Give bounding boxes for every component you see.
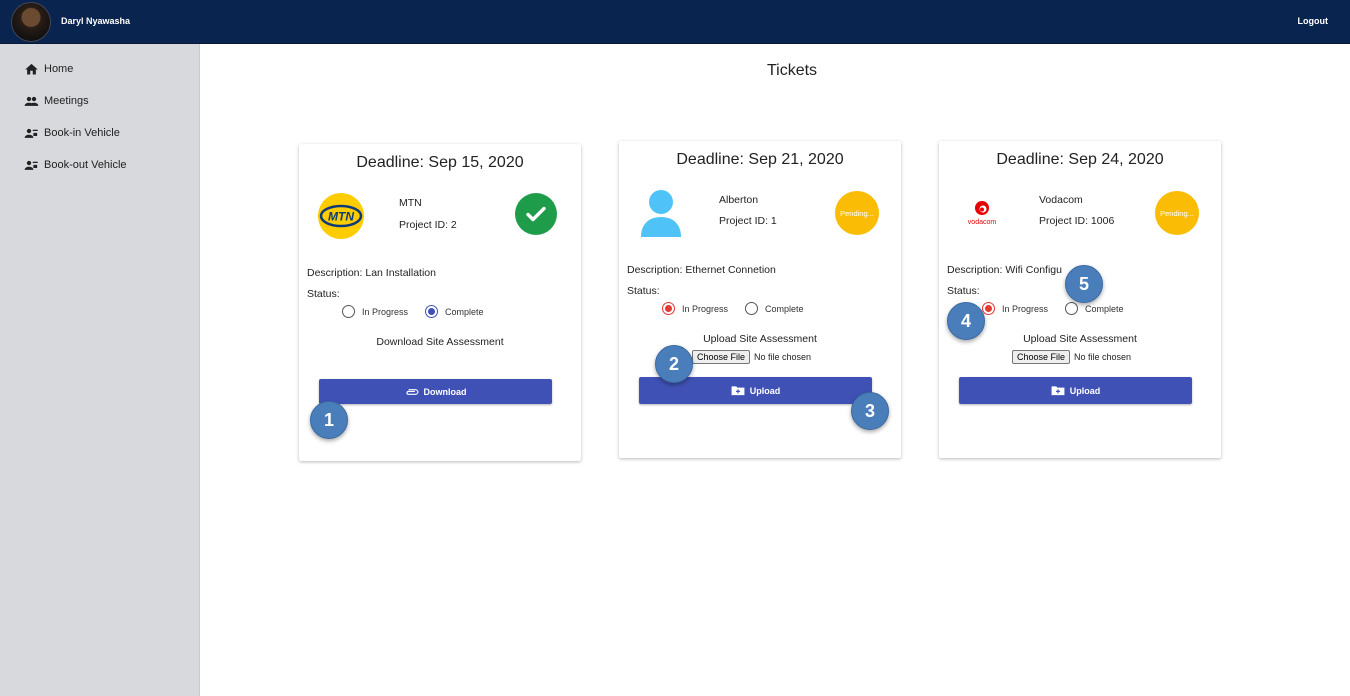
upload-button[interactable]: Upload xyxy=(959,377,1192,404)
sidebar-item-home[interactable]: Home xyxy=(24,59,73,79)
ticket-project-id: Project ID: 1 xyxy=(719,215,777,227)
section-title: Upload Site Assessment xyxy=(703,333,817,345)
svg-text:MTN: MTN xyxy=(328,210,354,224)
sidebar: Home Meetings Book-in Vehicle Book-out V… xyxy=(0,44,200,696)
choose-file-button[interactable]: Choose File xyxy=(692,350,751,364)
choose-file-button[interactable]: Choose File xyxy=(1012,350,1071,364)
radio-label: Complete xyxy=(445,306,484,317)
annotation-marker-2: 2 xyxy=(655,345,693,383)
download-button[interactable]: Download xyxy=(319,379,552,404)
vodacom-logo: vodacom xyxy=(968,201,997,226)
radio-label: Complete xyxy=(1085,303,1124,314)
folder-plus-icon xyxy=(731,386,745,396)
sidebar-item-book-in-vehicle[interactable]: Book-in Vehicle xyxy=(24,123,120,143)
status-label: Status: xyxy=(947,285,980,297)
pending-badge: Pending... xyxy=(835,191,879,235)
radio-ring xyxy=(1065,302,1078,315)
annotation-marker-3: 3 xyxy=(851,392,889,430)
user-placeholder-icon xyxy=(641,190,681,237)
button-label: Download xyxy=(423,386,467,397)
sidebar-item-book-out-vehicle[interactable]: Book-out Vehicle xyxy=(24,155,127,175)
people-icon xyxy=(24,96,39,106)
radio-label: In Progress xyxy=(362,306,409,317)
status-label: Status: xyxy=(627,285,660,297)
section-title: Download Site Assessment xyxy=(376,336,504,348)
ticket-project-id: Project ID: 1006 xyxy=(1039,215,1115,227)
annotation-marker-4: 4 xyxy=(947,302,985,340)
pending-badge: Pending... xyxy=(1155,191,1199,235)
svg-text:vodacom: vodacom xyxy=(968,219,997,226)
radio-ring xyxy=(342,305,355,318)
logout-button[interactable]: Logout xyxy=(1298,16,1329,26)
annotation-marker-1: 1 xyxy=(310,401,348,439)
folder-plus-icon xyxy=(1051,386,1065,396)
ticket-description: Description: Ethernet Connetion xyxy=(627,264,776,276)
ticket-description: Description: Lan Installation xyxy=(307,267,436,279)
mtn-logo: MTN xyxy=(318,193,364,239)
status-label: Status: xyxy=(307,288,340,300)
ticket-deadline: Deadline: Sep 24, 2020 xyxy=(996,151,1164,168)
radio-ring xyxy=(425,305,438,318)
ticket-description: Description: Wifi Configu xyxy=(947,264,1062,276)
radio-in-progress[interactable]: In Progress xyxy=(982,302,1048,315)
ticket-org: Vodacom xyxy=(1039,194,1083,206)
button-label: Upload xyxy=(749,385,781,396)
home-icon xyxy=(25,63,38,74)
radio-in-progress[interactable]: In Progress xyxy=(662,302,728,315)
radio-ring xyxy=(745,302,758,315)
sidebar-item-label: Meetings xyxy=(44,95,89,107)
ticket-deadline: Deadline: Sep 21, 2020 xyxy=(676,151,844,168)
user-name: Daryl Nyawasha xyxy=(61,16,131,26)
ticket-deadline: Deadline: Sep 15, 2020 xyxy=(356,154,524,171)
user-avatar[interactable] xyxy=(11,2,51,42)
top-app-bar: Daryl Nyawasha Logout xyxy=(0,0,1350,44)
radio-label: Complete xyxy=(765,303,804,314)
radio-ring xyxy=(982,302,995,315)
person-vehicle-icon xyxy=(24,160,38,170)
person-vehicle-icon xyxy=(24,128,38,138)
radio-complete[interactable]: Complete xyxy=(425,305,484,318)
ticket-project-id: Project ID: 2 xyxy=(399,219,457,231)
radio-label: In Progress xyxy=(682,303,729,314)
page-title: Tickets xyxy=(766,62,818,79)
radio-ring xyxy=(662,302,675,315)
file-status: No file chosen xyxy=(1074,352,1132,362)
file-status: No file chosen xyxy=(754,352,812,362)
sidebar-item-label: Home xyxy=(44,63,74,75)
ticket-org: MTN xyxy=(399,197,422,209)
radio-in-progress[interactable]: In Progress xyxy=(342,305,408,318)
section-title: Upload Site Assessment xyxy=(1023,333,1137,345)
annotation-marker-5: 5 xyxy=(1065,265,1103,303)
sidebar-item-label: Book-in Vehicle xyxy=(44,127,120,139)
file-input[interactable]: Choose File No file chosen xyxy=(1012,350,1131,364)
radio-complete[interactable]: Complete xyxy=(745,302,804,315)
button-label: Upload xyxy=(1069,385,1101,396)
ticket-org: Alberton xyxy=(719,194,759,206)
complete-check-icon xyxy=(515,193,557,235)
radio-label: In Progress xyxy=(1002,303,1049,314)
sidebar-item-meetings[interactable]: Meetings xyxy=(24,91,89,111)
paperclip-icon xyxy=(406,388,418,395)
radio-complete[interactable]: Complete xyxy=(1065,302,1124,315)
file-input[interactable]: Choose File No file chosen xyxy=(692,350,811,364)
sidebar-item-label: Book-out Vehicle xyxy=(44,159,127,171)
